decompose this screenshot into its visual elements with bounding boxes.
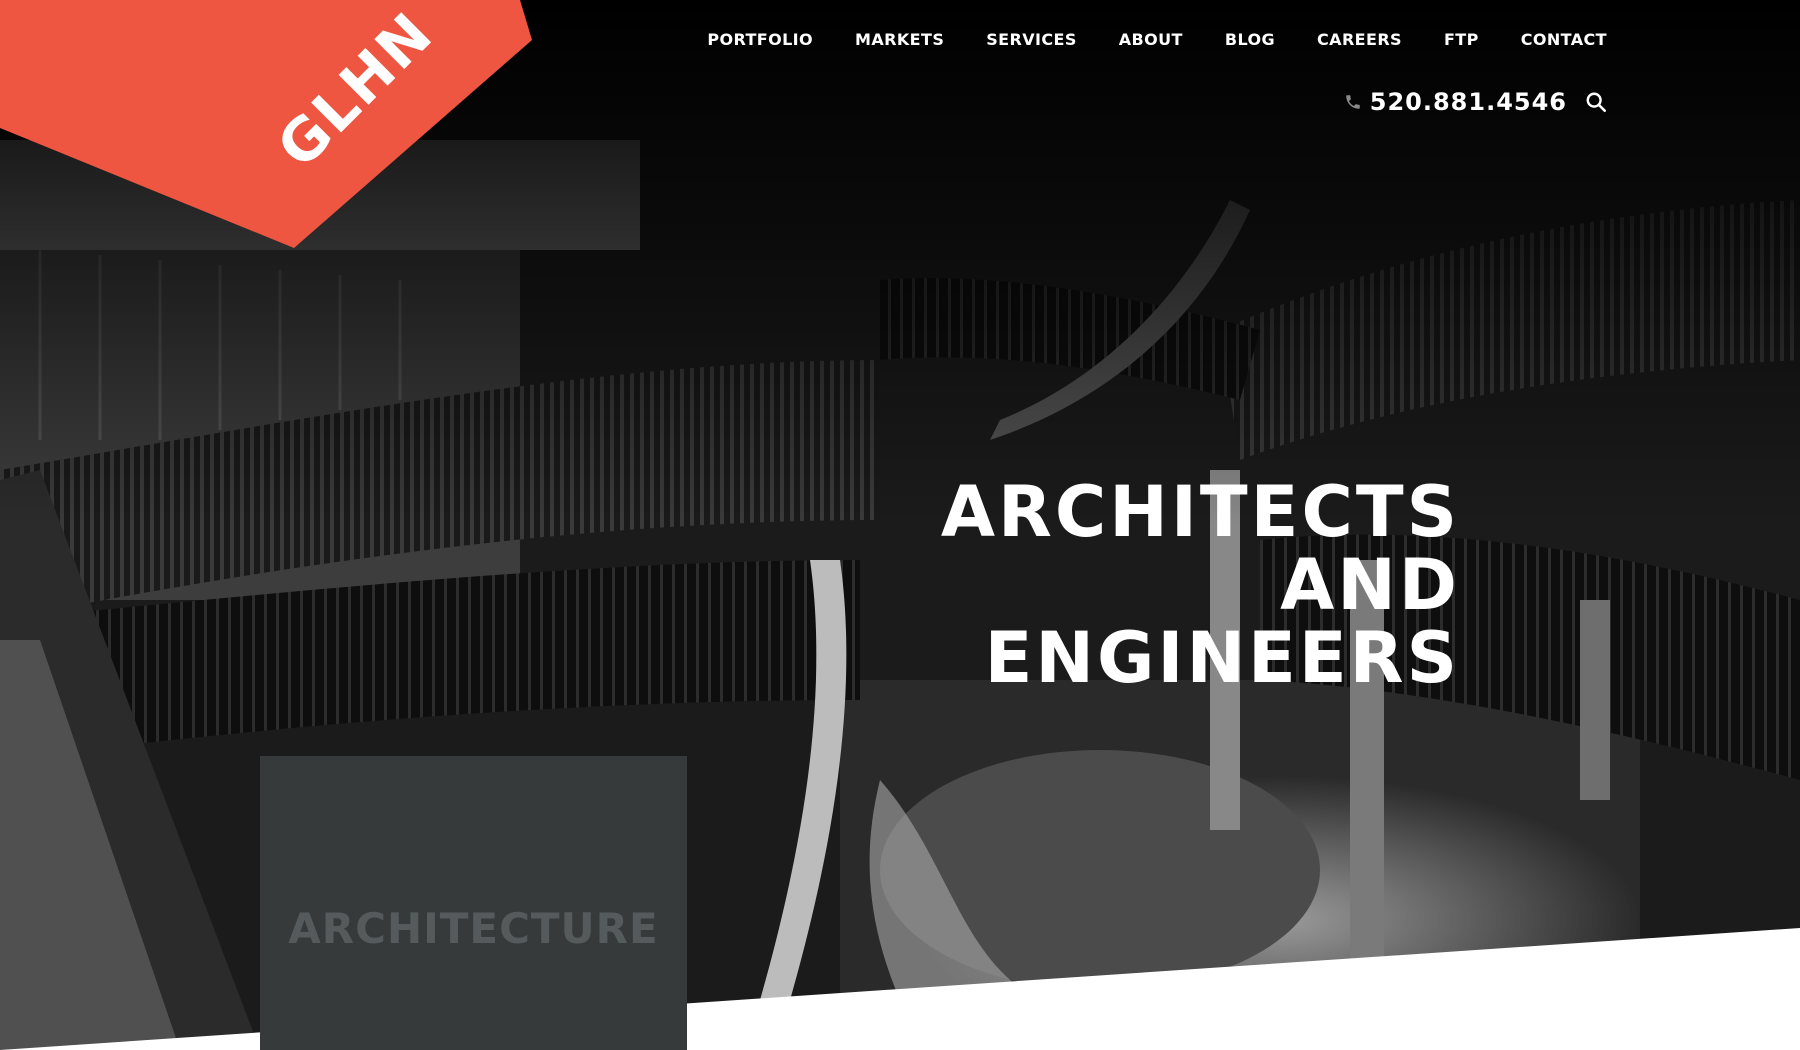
nav-item-contact[interactable]: CONTACT [1521,30,1607,49]
hero-section: GLHN PORTFOLIO MARKETS SERVICES ABOUT BL… [0,0,1800,1050]
logo-banner-shape [0,0,532,248]
nav-item-blog[interactable]: BLOG [1225,30,1275,49]
tagline-line-1: ARCHITECTS [940,471,1460,553]
nav-item-portfolio[interactable]: PORTFOLIO [707,30,813,49]
tagline-line-3: ENGINEERS [984,617,1460,699]
tagline-line-2: AND [1280,544,1460,626]
nav-item-careers[interactable]: CAREERS [1317,30,1402,49]
nav-item-services[interactable]: SERVICES [986,30,1077,49]
main-nav: PORTFOLIO MARKETS SERVICES ABOUT BLOG CA… [707,30,1607,49]
nav-item-ftp[interactable]: FTP [1444,30,1479,49]
nav-item-about[interactable]: ABOUT [1119,30,1183,49]
hero-tagline: ARCHITECTS AND ENGINEERS [941,476,1460,695]
nav-item-markets[interactable]: MARKETS [855,30,944,49]
architecture-card-label: ARCHITECTURE [288,904,659,953]
phone-icon [1346,95,1360,109]
search-icon[interactable] [1585,91,1607,113]
phone-number-link[interactable]: 520.881.4546 [1370,88,1567,116]
architecture-card[interactable]: ARCHITECTURE [260,756,687,1050]
utility-bar: 520.881.4546 [1344,88,1607,116]
